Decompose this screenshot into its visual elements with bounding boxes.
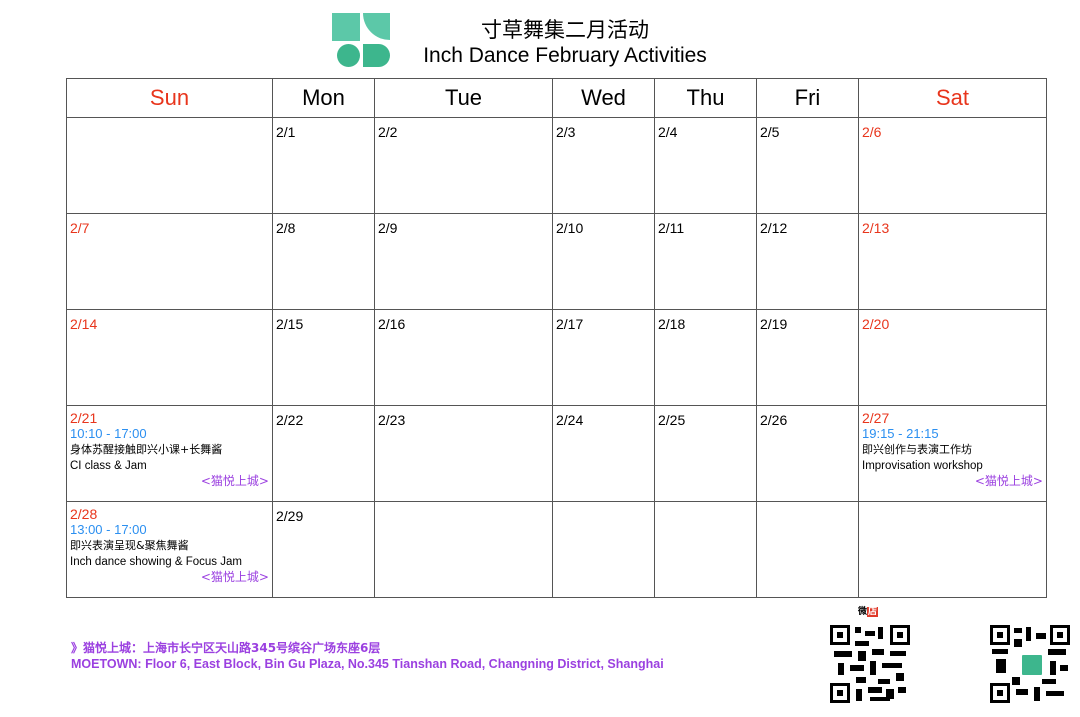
day-number: 2/17 (556, 316, 584, 332)
weekday-header-row: Sun Mon Tue Wed Thu Fri Sat (66, 78, 1047, 118)
day-number: 2/4 (658, 124, 678, 140)
event-title-en: Improvisation workshop (862, 460, 983, 472)
day-cell: 2/18 (654, 309, 757, 406)
day-cell-event: 2/21 10:10 - 17:00 身体苏醒接触即兴小课+长舞酱 CI cla… (66, 405, 273, 502)
event-time: 19:15 - 21:15 (862, 426, 939, 441)
day-number: 2/11 (658, 220, 685, 236)
weekday-sun: Sun (66, 78, 273, 118)
day-number: 2/19 (760, 316, 788, 332)
day-number: 2/2 (378, 124, 398, 140)
day-number: 2/27 (862, 410, 890, 426)
week-row-1: 2/1 2/2 2/3 2/4 2/5 2/6 (66, 117, 1047, 214)
day-cell: 2/19 (756, 309, 859, 406)
day-cell-empty (552, 501, 655, 598)
weidian-label: 微店 (858, 607, 879, 617)
day-number: 2/1 (276, 124, 296, 140)
day-cell: 2/6 (858, 117, 1047, 214)
day-number: 2/21 (70, 410, 98, 426)
day-number: 2/10 (556, 220, 584, 236)
day-cell-empty (654, 501, 757, 598)
event-title-cn: 即兴表演呈现&聚焦舞酱 (70, 539, 189, 552)
day-cell: 2/25 (654, 405, 757, 502)
event-time: 13:00 - 17:00 (70, 522, 147, 537)
day-cell: 2/1 (272, 117, 375, 214)
day-cell-empty (66, 117, 273, 214)
venue-address-cn: 》猫悦上城：上海市长宁区天山路345号缤谷广场东座6层 (71, 641, 381, 655)
weekday-wed: Wed (552, 78, 655, 118)
day-cell-empty (858, 501, 1047, 598)
day-cell: 2/3 (552, 117, 655, 214)
event-title-en: CI class & Jam (70, 460, 147, 472)
event-title-cn: 身体苏醒接触即兴小课+长舞酱 (70, 443, 223, 456)
day-cell-event: 2/28 13:00 - 17:00 即兴表演呈现&聚焦舞酱 Inch danc… (66, 501, 273, 598)
day-cell: 2/16 (374, 309, 553, 406)
day-number: 2/5 (760, 124, 780, 140)
brand-qr-code-icon (990, 625, 1070, 703)
day-cell: 2/4 (654, 117, 757, 214)
week-row-4: 2/21 10:10 - 17:00 身体苏醒接触即兴小课+长舞酱 CI cla… (66, 405, 1047, 502)
day-number: 2/23 (378, 412, 406, 428)
day-cell-event: 2/27 19:15 - 21:15 即兴创作与表演工作坊 Improvisat… (858, 405, 1047, 502)
event-venue: <猫悦上城> (974, 474, 1043, 488)
week-row-3: 2/14 2/15 2/16 2/17 2/18 2/19 2/20 (66, 309, 1047, 406)
day-cell: 2/12 (756, 213, 859, 310)
page-title-en: Inch Dance February Activities (423, 44, 707, 67)
day-cell: 2/14 (66, 309, 273, 406)
day-number: 2/22 (276, 412, 304, 428)
day-number: 2/8 (276, 220, 296, 236)
event-title-en: Inch dance showing & Focus Jam (70, 556, 242, 568)
weidian-qr-code-icon (830, 625, 910, 703)
day-cell: 2/20 (858, 309, 1047, 406)
inch-dance-logo-icon (332, 13, 390, 67)
day-cell: 2/8 (272, 213, 375, 310)
day-number: 2/7 (70, 220, 90, 236)
day-cell: 2/9 (374, 213, 553, 310)
day-cell: 2/13 (858, 213, 1047, 310)
event-venue: <猫悦上城> (200, 474, 269, 488)
weekday-sat: Sat (858, 78, 1047, 118)
day-cell: 2/23 (374, 405, 553, 502)
day-cell: 2/29 (272, 501, 375, 598)
venue-address-en: MOETOWN: Floor 6, East Block, Bin Gu Pla… (71, 657, 664, 671)
day-number: 2/29 (276, 508, 304, 524)
day-cell: 2/17 (552, 309, 655, 406)
event-time: 10:10 - 17:00 (70, 426, 147, 441)
event-title-cn: 即兴创作与表演工作坊 (862, 443, 972, 456)
day-number: 2/18 (658, 316, 686, 332)
day-cell: 2/7 (66, 213, 273, 310)
day-cell-empty (756, 501, 859, 598)
day-number: 2/12 (760, 220, 788, 236)
day-cell: 2/2 (374, 117, 553, 214)
day-cell: 2/15 (272, 309, 375, 406)
weekday-tue: Tue (374, 78, 553, 118)
day-number: 2/9 (378, 220, 398, 236)
day-number: 2/16 (378, 316, 406, 332)
day-cell: 2/5 (756, 117, 859, 214)
weekday-mon: Mon (272, 78, 375, 118)
day-number: 2/14 (70, 316, 98, 332)
calendar-grid: Sun Mon Tue Wed Thu Fri Sat 2/1 2/2 2/3 … (66, 78, 1047, 598)
day-cell-empty (374, 501, 553, 598)
day-cell: 2/10 (552, 213, 655, 310)
weekday-fri: Fri (756, 78, 859, 118)
day-number: 2/24 (556, 412, 584, 428)
day-number: 2/26 (760, 412, 788, 428)
page-title-cn: 寸草舞集二月活动 (481, 18, 649, 42)
day-number: 2/15 (276, 316, 304, 332)
day-number: 2/13 (862, 220, 890, 236)
week-row-5: 2/28 13:00 - 17:00 即兴表演呈现&聚焦舞酱 Inch danc… (66, 501, 1047, 598)
day-number: 2/20 (862, 316, 890, 332)
day-cell: 2/22 (272, 405, 375, 502)
week-row-2: 2/7 2/8 2/9 2/10 2/11 2/12 2/13 (66, 213, 1047, 310)
day-number: 2/6 (862, 124, 882, 140)
day-number: 2/25 (658, 412, 686, 428)
day-cell: 2/26 (756, 405, 859, 502)
day-number: 2/28 (70, 506, 98, 522)
day-cell: 2/24 (552, 405, 655, 502)
weekday-thu: Thu (654, 78, 757, 118)
day-number: 2/3 (556, 124, 576, 140)
day-cell: 2/11 (654, 213, 757, 310)
event-venue: <猫悦上城> (200, 570, 269, 584)
